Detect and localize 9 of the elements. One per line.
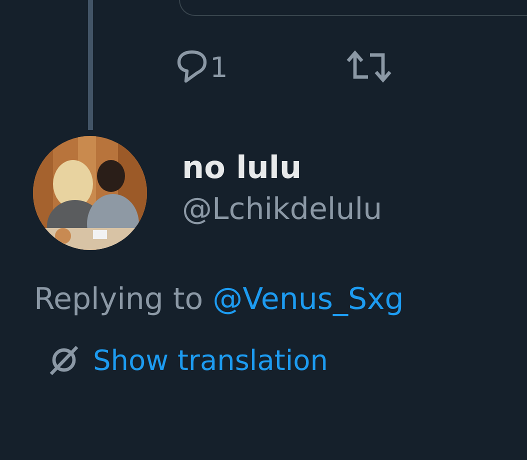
mention-link[interactable]: @Venus_Sxg [212, 282, 404, 317]
reply-icon [176, 49, 208, 85]
reply-button[interactable]: 1 [176, 49, 228, 85]
translate-icon [47, 343, 81, 377]
user-handle[interactable]: @Lchikdelulu [182, 189, 382, 231]
display-name[interactable]: no lulu [182, 147, 382, 189]
replying-to-text: Replying to @Venus_Sxg [34, 282, 405, 317]
show-translation-button[interactable]: Show translation [47, 343, 328, 377]
retweet-icon[interactable] [346, 50, 392, 84]
